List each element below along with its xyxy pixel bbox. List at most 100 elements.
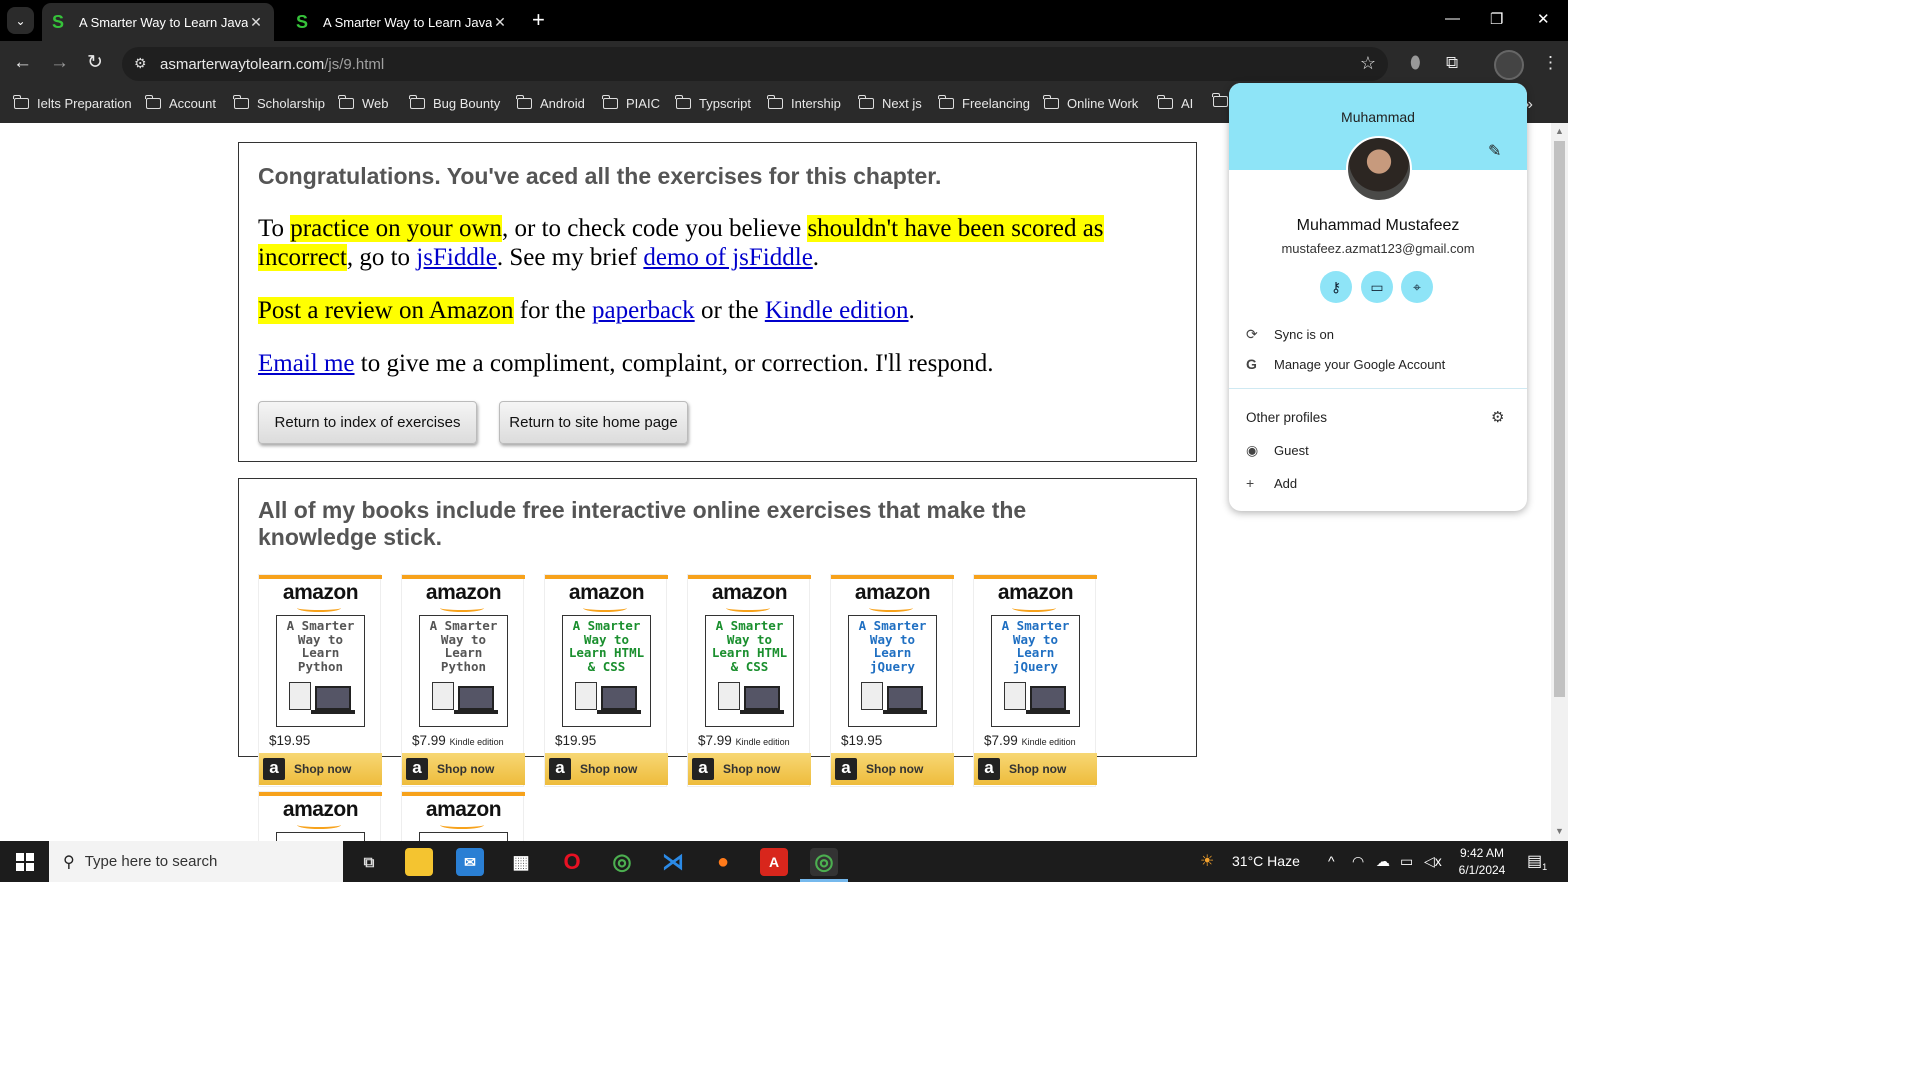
shop-now-button[interactable]: a Shop now: [259, 753, 382, 785]
bookmark-folder-piaic[interactable]: PIAIC: [602, 95, 660, 111]
book-card-partial[interactable]: amazon: [258, 791, 382, 841]
book-card[interactable]: amazon A Smarter Way to Learn HTML & CSS $…: [687, 574, 811, 787]
tab-search-button[interactable]: ⌄: [7, 7, 34, 34]
extension-pin-icon[interactable]: ⬮: [1410, 53, 1421, 73]
bookmark-folder-online-work[interactable]: Online Work: [1043, 95, 1138, 111]
shop-now-button[interactable]: a Shop now: [688, 753, 811, 785]
addresses-location-icon[interactable]: ⌖: [1401, 271, 1433, 303]
bookmark-label: AI: [1181, 96, 1194, 111]
scroll-up-arrow-icon[interactable]: ▲: [1555, 126, 1564, 136]
bookmark-folder-ai[interactable]: AI: [1157, 95, 1194, 111]
chrome-active-icon[interactable]: ◎: [810, 848, 838, 876]
bookmark-folder-freelancing[interactable]: Freelancing: [938, 95, 1030, 111]
bookmark-folder-scholarship[interactable]: Scholarship: [233, 95, 325, 111]
forward-arrow-icon[interactable]: →: [50, 53, 69, 73]
manage-account-row[interactable]: G Manage your Google Account: [1246, 356, 1445, 372]
bookmark-folder-bug-bounty[interactable]: Bug Bounty: [409, 95, 500, 111]
bookmark-folder-web[interactable]: Web: [338, 95, 389, 111]
page-scrollbar[interactable]: ▲ ▼: [1551, 123, 1568, 841]
close-tab-icon[interactable]: ✕: [248, 14, 264, 31]
tab-inactive[interactable]: S A Smarter Way to Learn JavaScr ✕: [286, 3, 518, 41]
notifications-icon[interactable]: ▤1: [1527, 851, 1547, 872]
restore-icon[interactable]: ❐: [1490, 10, 1503, 28]
payment-card-icon[interactable]: ▭: [1361, 271, 1393, 303]
bookmark-folder-android[interactable]: Android: [516, 95, 585, 111]
taskbar-clock[interactable]: 9:42 AM 6/1/2024: [1446, 845, 1518, 879]
sync-status-row[interactable]: ⟳ Sync is on: [1246, 326, 1334, 343]
site-info-icon[interactable]: ⚙: [134, 55, 147, 72]
book-card[interactable]: amazon A Smarter Way to Learn HTML & CSS $…: [544, 574, 668, 787]
mail-icon[interactable]: ✉: [456, 848, 484, 876]
minimize-icon[interactable]: —: [1445, 10, 1460, 27]
return-to-index-button[interactable]: Return to index of exercises: [258, 401, 477, 444]
shop-now-label: Shop now: [437, 762, 495, 776]
laptop-base: [883, 710, 927, 714]
chrome-menu-icon[interactable]: ⋮: [1542, 53, 1559, 73]
window-close-icon[interactable]: ✕: [1537, 10, 1550, 28]
taskbar-search-box[interactable]: ⚲ Type here to search: [49, 841, 343, 882]
books-heading: All of my books include free interactive…: [258, 497, 1027, 550]
acrobat-icon[interactable]: A: [760, 848, 788, 876]
bookmark-folder-typscript[interactable]: Typscript: [675, 95, 751, 111]
profile-avatar-button[interactable]: [1494, 50, 1524, 80]
bookmark-star-icon[interactable]: ☆: [1360, 53, 1376, 74]
volume-muted-icon[interactable]: ◁x: [1424, 853, 1442, 870]
file-explorer-icon[interactable]: [405, 848, 433, 876]
bookmark-label: Intership: [791, 96, 841, 111]
tray-overflow-icon[interactable]: ^: [1328, 853, 1335, 869]
folder-icon: [1157, 95, 1173, 109]
book-card[interactable]: amazon A Smarter Way to Learn jQuery $19.9…: [830, 574, 954, 787]
amazon-smile-icon: [440, 604, 484, 612]
onedrive-cloud-icon[interactable]: ☁: [1376, 853, 1390, 870]
add-label: Add: [1274, 475, 1298, 491]
book-card[interactable]: amazon A Smarter Way to Learn jQuery $7.99…: [973, 574, 1097, 787]
back-arrow-icon[interactable]: ←: [13, 53, 32, 73]
microsoft-store-icon[interactable]: ▦: [507, 848, 535, 876]
chrome-icon[interactable]: ◎: [608, 848, 636, 876]
amazon-logo: amazon: [568, 581, 645, 604]
book-card[interactable]: amazon A Smarter Way to Learn Python $19.9…: [258, 574, 382, 787]
guest-profile-row[interactable]: ◉ Guest: [1246, 442, 1309, 459]
shop-now-button[interactable]: a Shop now: [831, 753, 954, 785]
amazon-smile-icon: [1012, 604, 1056, 612]
address-bar[interactable]: ⚙ asmarterwaytolearn.com/js/9.html ☆: [122, 47, 1388, 81]
new-tab-button[interactable]: +: [532, 9, 545, 31]
return-to-home-button[interactable]: Return to site home page: [499, 401, 688, 444]
reload-icon[interactable]: ↻: [87, 53, 103, 73]
tablet-icon: [861, 682, 883, 710]
bookmark-folder-intership[interactable]: Intership: [767, 95, 841, 111]
shop-now-button[interactable]: a Shop now: [974, 753, 1097, 785]
weather-text[interactable]: 31°C Haze: [1232, 853, 1300, 869]
jsfiddle-link[interactable]: jsFiddle: [416, 244, 497, 271]
bookmark-folder-ielts[interactable]: Ielts Preparation: [13, 95, 132, 111]
scroll-down-arrow-icon[interactable]: ▼: [1555, 826, 1564, 836]
battery-icon[interactable]: ▭: [1400, 853, 1413, 870]
kindle-edition-link[interactable]: Kindle edition: [765, 297, 909, 324]
opera-icon[interactable]: O: [558, 848, 586, 876]
tab-active[interactable]: S A Smarter Way to Learn JavaScr ✕: [42, 3, 274, 41]
book-card-partial[interactable]: amazon: [401, 791, 525, 841]
amazon-logo: amazon: [282, 798, 359, 821]
book-card[interactable]: amazon A Smarter Way to Learn Python $7.99…: [401, 574, 525, 787]
vscode-icon[interactable]: ⋊: [659, 848, 687, 876]
close-tab-icon[interactable]: ✕: [492, 14, 508, 31]
weather-icon[interactable]: ☀: [1200, 851, 1214, 871]
passwords-key-icon[interactable]: ⚷: [1320, 271, 1352, 303]
add-profile-row[interactable]: + Add: [1246, 475, 1297, 491]
bookmark-folder-account[interactable]: Account: [145, 95, 216, 111]
email-me-link[interactable]: Email me: [258, 350, 355, 377]
shop-now-button[interactable]: a Shop now: [402, 753, 525, 785]
manage-profiles-gear-icon[interactable]: ⚙: [1491, 408, 1504, 426]
jsfiddle-demo-link[interactable]: demo of jsFiddle: [643, 244, 812, 271]
paperback-link[interactable]: paperback: [592, 297, 695, 324]
edit-pencil-icon[interactable]: ✎: [1488, 141, 1501, 161]
wifi-icon[interactable]: ◠: [1352, 853, 1364, 870]
search-icon: ⚲: [63, 853, 75, 871]
bookmark-folder-nextjs[interactable]: Next js: [858, 95, 922, 111]
extensions-puzzle-icon[interactable]: ⧉: [1446, 53, 1458, 73]
start-button[interactable]: [0, 841, 49, 882]
firefox-icon[interactable]: ●: [709, 848, 737, 876]
shop-now-button[interactable]: a Shop now: [545, 753, 668, 785]
task-view-icon[interactable]: ⧉: [355, 848, 383, 876]
scroll-thumb[interactable]: [1554, 141, 1565, 697]
